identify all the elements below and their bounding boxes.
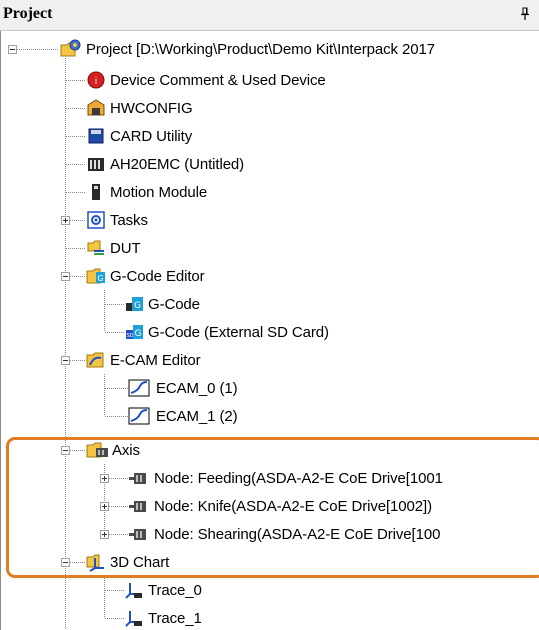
svg-text:G: G — [97, 274, 103, 283]
tree-label-trace-0: Trace_0 — [148, 582, 202, 599]
device-comment-icon: i — [86, 70, 106, 90]
tree-label-3d-chart: 3D Chart — [110, 554, 170, 571]
hwconfig-icon — [86, 98, 106, 118]
trace-icon — [124, 580, 144, 600]
tree-label-ecam-1: ECAM_1 (2) — [156, 408, 238, 425]
svg-text:SD: SD — [126, 333, 133, 339]
node-feeding-expand-toggle[interactable] — [100, 474, 109, 483]
dut-icon — [86, 238, 106, 258]
tree-label-project-root: Project [D:\Working\Product\Demo Kit\Int… — [86, 41, 435, 58]
trace-icon — [124, 608, 144, 628]
svg-text:i: i — [95, 77, 98, 87]
project-folder-icon — [60, 39, 81, 59]
tree-label-node-knife: Node: Knife(ASDA-A2-E CoE Drive[1002]) — [154, 498, 432, 515]
tree-label-ecam-0: ECAM_0 (1) — [156, 380, 238, 397]
servo-drive-icon — [128, 468, 148, 488]
sd-card-gcode-icon: SD G — [124, 322, 144, 342]
tree-label-trace-1: Trace_1 — [148, 610, 202, 627]
gcode-editor-collapse-toggle[interactable] — [61, 272, 70, 281]
svg-text:G: G — [134, 301, 141, 311]
3d-chart-folder-icon — [86, 552, 106, 572]
tree-label-card-utility: CARD Utility — [110, 128, 193, 145]
ecam-editor-folder-icon — [86, 350, 106, 370]
servo-drive-icon — [128, 524, 148, 544]
tree-label-gcode-editor: G-Code Editor — [110, 268, 205, 285]
ecam-curve-icon — [128, 406, 150, 426]
tree-label-gcode: G-Code — [148, 296, 200, 313]
tree-label-gcode-external: G-Code (External SD Card) — [148, 324, 329, 341]
ecam-curve-icon — [128, 378, 150, 398]
svg-text:G: G — [135, 329, 142, 339]
card-utility-icon — [86, 126, 106, 146]
ecam-editor-collapse-toggle[interactable] — [61, 356, 70, 365]
node-knife-expand-toggle[interactable] — [100, 502, 109, 511]
tree-label-device-comment: Device Comment & Used Device — [110, 72, 326, 89]
axis-collapse-toggle[interactable] — [61, 446, 70, 455]
tree-label-ah20emc: AH20EMC (Untitled) — [110, 156, 245, 173]
servo-drive-icon — [128, 496, 148, 516]
tasks-icon — [86, 210, 106, 230]
project-tree[interactable]: Project [D:\Working\Product\Demo Kit\Int… — [0, 0, 539, 630]
tree-label-axis: Axis — [112, 442, 140, 459]
tree-label-node-feeding: Node: Feeding(ASDA-A2-E CoE Drive[1001 — [154, 470, 443, 487]
tasks-expand-toggle[interactable] — [61, 216, 70, 225]
tree-label-node-shearing: Node: Shearing(ASDA-A2-E CoE Drive[100 — [154, 526, 441, 543]
tree-label-hwconfig: HWCONFIG — [110, 100, 193, 117]
tree-label-motion-module: Motion Module — [110, 184, 208, 201]
gcode-file-icon: G — [124, 294, 144, 314]
tree-label-tasks: Tasks — [110, 212, 148, 229]
3d-chart-collapse-toggle[interactable] — [61, 558, 70, 567]
gcode-editor-folder-icon: G — [86, 266, 106, 286]
tree-label-dut: DUT — [110, 240, 141, 257]
node-shearing-expand-toggle[interactable] — [100, 530, 109, 539]
tree-label-ecam-editor: E-CAM Editor — [110, 352, 201, 369]
axis-folder-icon — [86, 440, 108, 460]
root-collapse-toggle[interactable] — [8, 45, 17, 54]
plc-module-icon — [86, 154, 106, 174]
motion-module-icon — [86, 182, 106, 202]
